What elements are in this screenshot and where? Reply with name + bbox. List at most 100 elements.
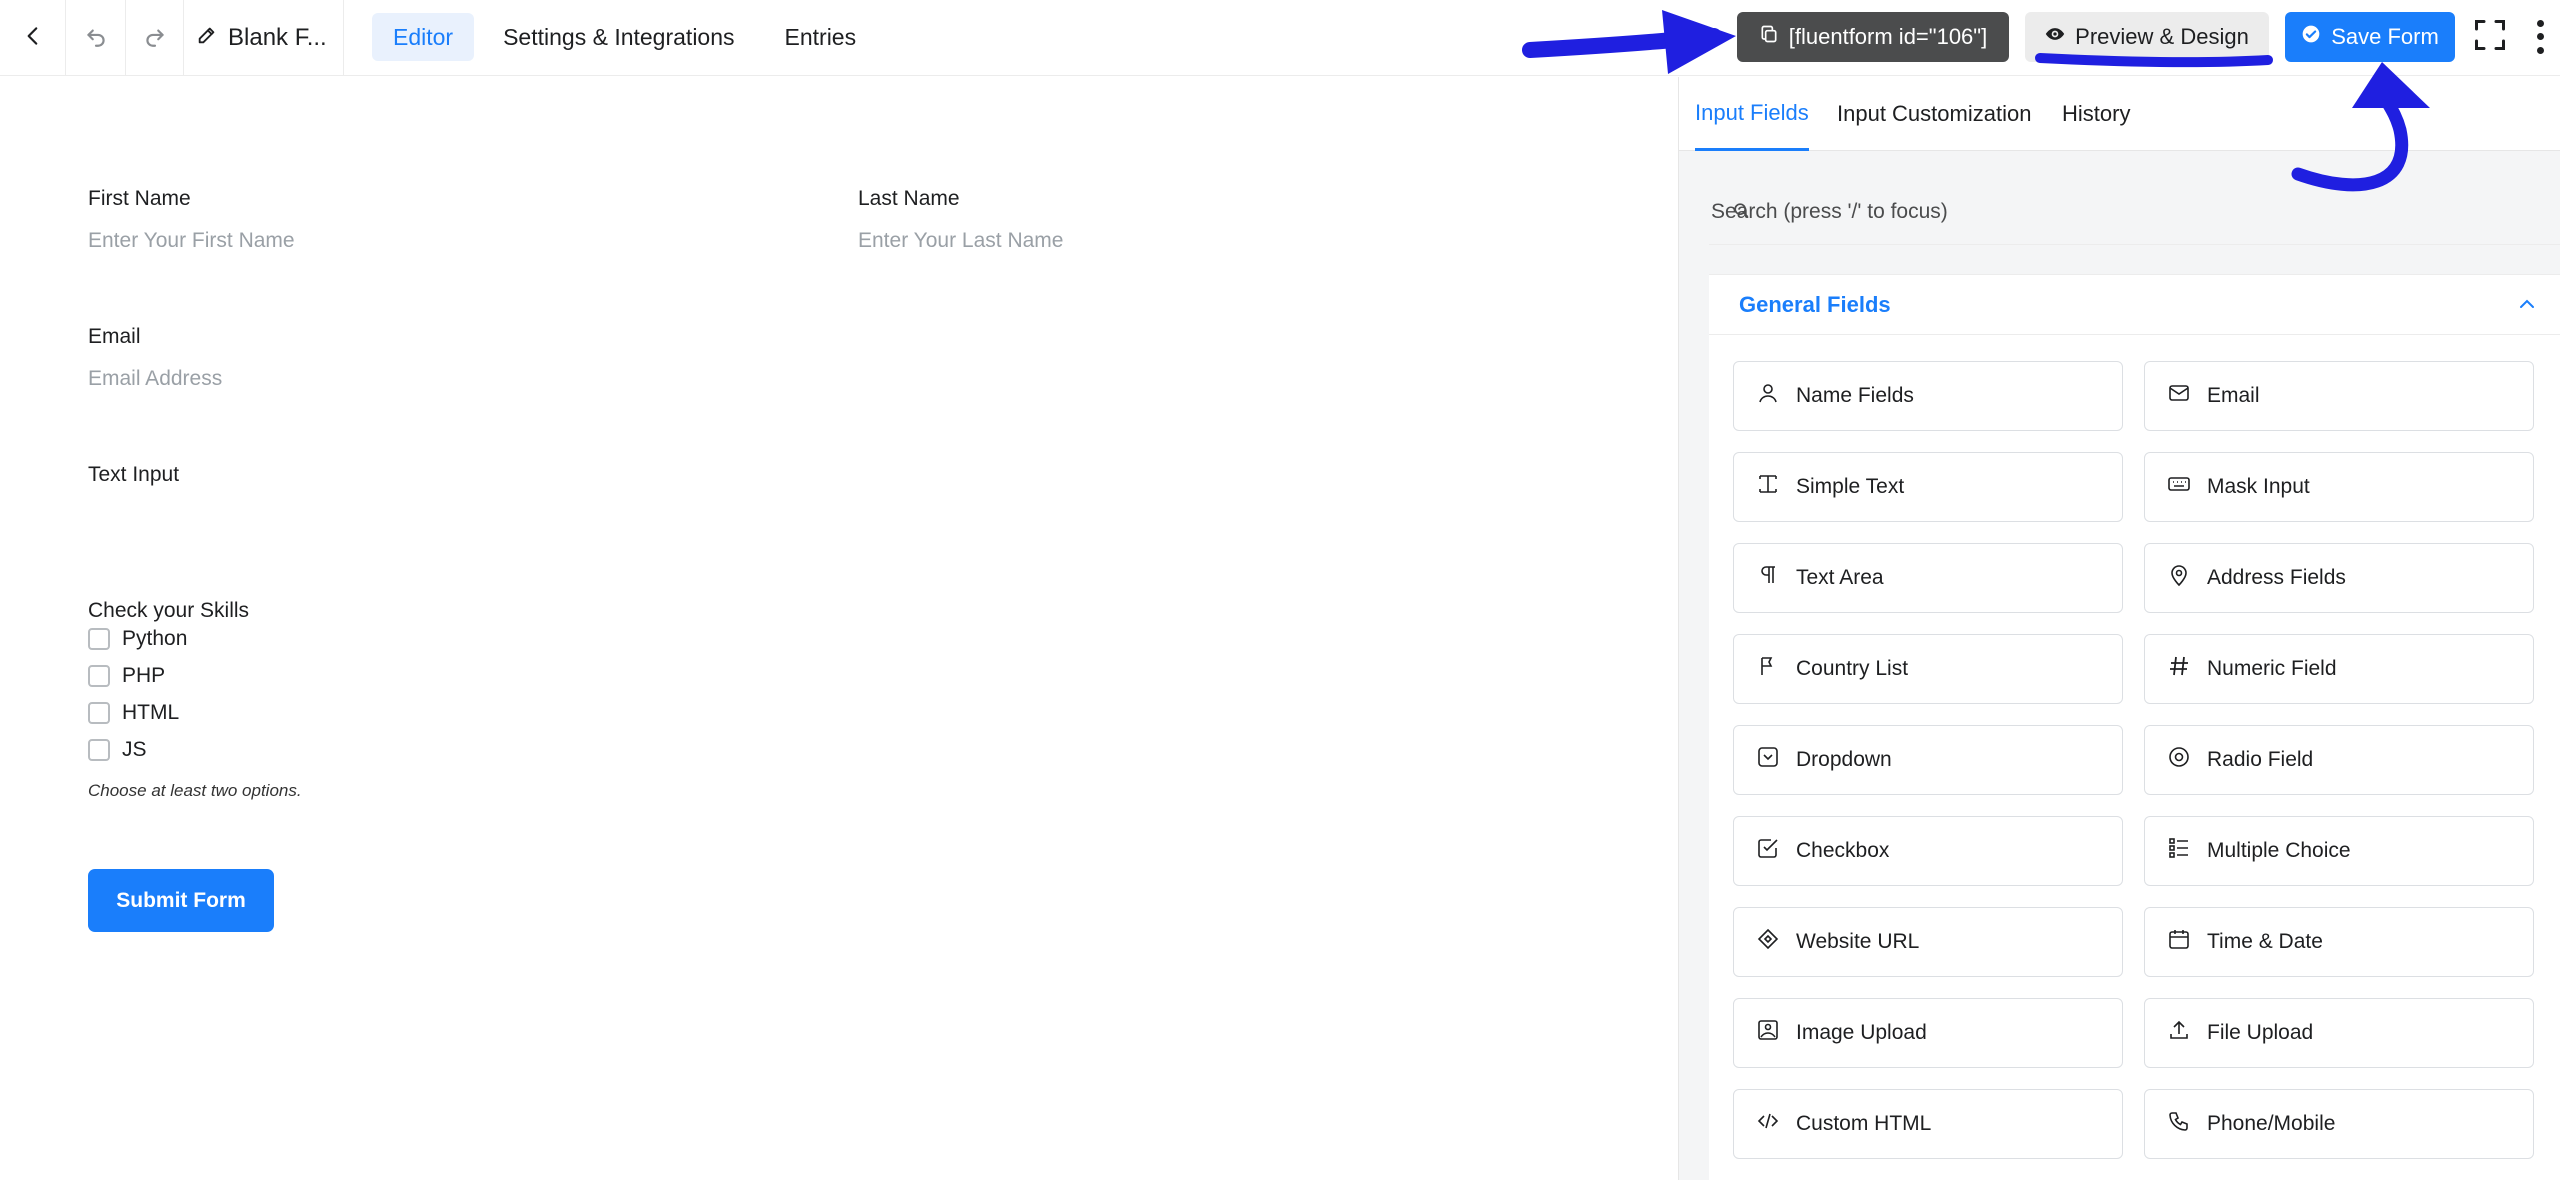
nav-editor[interactable]: Editor	[372, 13, 475, 61]
section-title: General Fields	[1739, 291, 1891, 317]
field-label: Phone/Mobile	[2207, 1112, 2336, 1135]
more-options-button[interactable]	[2528, 17, 2552, 57]
field-text-area[interactable]: Text Area	[1733, 543, 2123, 613]
general-fields-panel: General Fields Name Fields Email Simple …	[1709, 274, 2560, 1180]
checkbox-option[interactable]: PHP	[88, 664, 165, 688]
text-input-field[interactable]	[88, 497, 1588, 547]
tab-history[interactable]: History	[2062, 77, 2130, 151]
field-mask-input[interactable]: Mask Input	[2144, 452, 2534, 522]
form-title[interactable]: Blank F...	[184, 0, 344, 76]
radio-icon	[2167, 745, 2191, 775]
field-label: Time & Date	[2207, 930, 2323, 953]
field-label: File Upload	[2207, 1021, 2314, 1044]
checkbox[interactable]	[88, 739, 110, 761]
first-name-label: First Name	[88, 187, 191, 210]
code-icon	[1756, 1109, 1780, 1139]
email-input[interactable]: Email Address	[88, 367, 222, 391]
preview-design-button[interactable]: Preview & Design	[2025, 12, 2269, 62]
copy-icon	[1759, 24, 1779, 50]
field-label: Name Fields	[1796, 384, 1914, 407]
field-custom-html[interactable]: Custom HTML	[1733, 1089, 2123, 1159]
field-label: Image Upload	[1796, 1021, 1927, 1044]
field-phone-mobile[interactable]: Phone/Mobile	[2144, 1089, 2534, 1159]
copy-shortcode-button[interactable]: [fluentform id="106"]	[1737, 12, 2009, 62]
upload-icon	[2167, 1018, 2191, 1048]
field-website-url[interactable]: Website URL	[1733, 907, 2123, 977]
nav-entries[interactable]: Entries	[764, 13, 878, 61]
skills-help-text: Choose at least two options.	[88, 781, 302, 800]
chevron-left-icon	[20, 23, 46, 54]
submit-form-button[interactable]: Submit Form	[88, 869, 274, 932]
last-name-label: Last Name	[858, 187, 960, 210]
general-fields-header[interactable]: General Fields	[1709, 275, 2560, 335]
fullscreen-icon	[2472, 17, 2508, 58]
checkbox-option-label: JS	[122, 738, 147, 761]
nav-settings-integrations[interactable]: Settings & Integrations	[482, 13, 755, 61]
top-toolbar: Blank F... Editor Settings & Integration…	[0, 0, 2560, 76]
field-time-date[interactable]: Time & Date	[2144, 907, 2534, 977]
field-file-upload[interactable]: File Upload	[2144, 998, 2534, 1068]
list-icon	[2167, 836, 2191, 866]
field-checkbox[interactable]: Checkbox	[1733, 816, 2123, 886]
checkbox-option[interactable]: Python	[88, 627, 187, 651]
field-multiple-choice[interactable]: Multiple Choice	[2144, 816, 2534, 886]
field-label: Dropdown	[1796, 748, 1892, 771]
tab-input-customization[interactable]: Input Customization	[1837, 77, 2031, 151]
field-radio-field[interactable]: Radio Field	[2144, 725, 2534, 795]
field-label: Radio Field	[2207, 748, 2314, 771]
field-label: Text Area	[1796, 566, 1884, 589]
field-simple-text[interactable]: Simple Text	[1733, 452, 2123, 522]
field-address-fields[interactable]: Address Fields	[2144, 543, 2534, 613]
flag-icon	[1756, 654, 1780, 684]
field-name-fields[interactable]: Name Fields	[1733, 361, 2123, 431]
preview-label: Preview & Design	[2075, 24, 2249, 49]
field-label: Email	[2207, 384, 2260, 407]
link-icon	[1756, 927, 1780, 957]
save-form-button[interactable]: Save Form	[2285, 12, 2455, 62]
field-label: Mask Input	[2207, 475, 2310, 498]
checkbox-option[interactable]: JS	[88, 738, 147, 762]
field-dropdown[interactable]: Dropdown	[1733, 725, 2123, 795]
tab-input-fields[interactable]: Input Fields	[1695, 77, 1809, 151]
field-image-upload[interactable]: Image Upload	[1733, 998, 2123, 1068]
field-numeric-field[interactable]: Numeric Field	[2144, 634, 2534, 704]
field-label: Address Fields	[2207, 566, 2346, 589]
checkbox[interactable]	[88, 702, 110, 724]
checkbox-icon	[1756, 836, 1780, 866]
fullscreen-button[interactable]	[2470, 17, 2510, 57]
checkbox-option-label: HTML	[122, 701, 180, 724]
field-country-list[interactable]: Country List	[1733, 634, 2123, 704]
skills-label: Check your Skills	[88, 599, 250, 622]
paragraph-icon	[1756, 563, 1780, 593]
field-email[interactable]: Email	[2144, 361, 2534, 431]
more-dots-icon	[2536, 20, 2544, 28]
map-pin-icon	[2167, 563, 2191, 593]
undo-button[interactable]	[66, 0, 126, 76]
form-title-text: Blank F...	[228, 24, 327, 51]
image-icon	[1756, 1018, 1780, 1048]
checkbox[interactable]	[88, 628, 110, 650]
save-label: Save Form	[2331, 24, 2439, 49]
field-label: Country List	[1796, 657, 1909, 680]
field-label: Custom HTML	[1796, 1112, 1932, 1135]
undo-icon	[83, 23, 109, 54]
check-circle-icon	[2301, 24, 2321, 50]
checkbox-option[interactable]: HTML	[88, 701, 179, 725]
person-icon	[1756, 381, 1780, 411]
sidebar-tabs: Input Fields Input Customization History	[1679, 77, 2560, 151]
checkbox[interactable]	[88, 665, 110, 687]
phone-icon	[2167, 1109, 2191, 1139]
text-input-label: Text Input	[88, 463, 180, 486]
fields-sidebar: Input Fields Input Customization History…	[1678, 77, 2560, 1180]
first-name-input[interactable]: Enter Your First Name	[88, 229, 295, 253]
back-button[interactable]	[0, 0, 66, 76]
redo-button[interactable]	[126, 0, 184, 76]
field-search-input[interactable]: Search (press '/' to focus)	[1709, 179, 2560, 245]
checkbox-option-label: PHP	[122, 664, 166, 687]
main-nav: Editor Settings & Integrations Entries	[372, 12, 877, 62]
email-label: Email	[88, 325, 141, 348]
keyboard-icon	[2167, 472, 2191, 502]
form-canvas: First Name Enter Your First Name Last Na…	[0, 77, 1678, 1180]
last-name-input[interactable]: Enter Your Last Name	[858, 229, 1063, 253]
redo-icon	[142, 23, 168, 54]
